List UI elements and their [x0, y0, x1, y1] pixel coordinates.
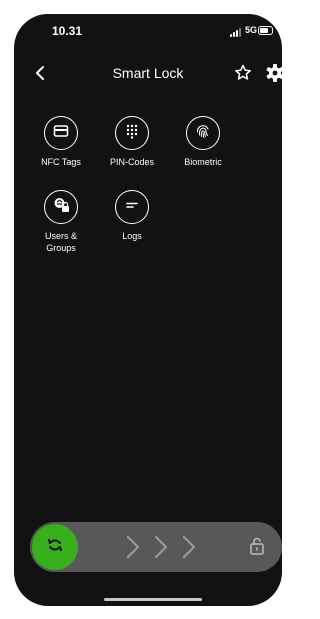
- tile-nfc-tags[interactable]: NFC Tags: [26, 116, 96, 168]
- tile-label: PIN-Codes: [109, 157, 154, 167]
- keypad-icon: [124, 123, 140, 144]
- status-bar: 10.31 5G: [14, 14, 282, 48]
- fingerprint-icon: [195, 123, 211, 144]
- battery-icon: [258, 26, 273, 35]
- tile-label: Logs: [122, 231, 142, 241]
- home-indicator: [104, 598, 202, 601]
- chevron-right-icon: [122, 533, 206, 561]
- slider-knob[interactable]: [32, 524, 78, 570]
- lock-icon: [248, 536, 266, 556]
- users-groups-icon: [52, 196, 70, 219]
- tile-pin-codes[interactable]: PIN-Codes: [97, 116, 167, 168]
- tile-label: Biometric: [184, 157, 222, 167]
- tile-label: NFC Tags: [41, 157, 81, 167]
- gear-icon[interactable]: [262, 60, 282, 86]
- header: Smart Lock: [14, 60, 282, 88]
- network-label: 5G: [245, 25, 258, 35]
- star-icon[interactable]: [231, 61, 255, 85]
- logs-icon: [124, 197, 140, 218]
- tile-users-groups[interactable]: Users & Groups: [26, 190, 96, 254]
- phone-screen: 10.31 5G Smart Lock NFC Tags PIN-Codes B…: [14, 14, 282, 606]
- tile-biometric[interactable]: Biometric: [168, 116, 238, 168]
- status-time: 10.31: [52, 24, 83, 38]
- unlock-slider[interactable]: [30, 522, 282, 572]
- tile-logs[interactable]: Logs: [97, 190, 167, 242]
- nfc-card-icon: [53, 123, 69, 144]
- unlock-arrows-icon: [45, 535, 65, 560]
- signal-icon: [230, 28, 242, 37]
- tile-label: Users & Groups: [44, 231, 77, 253]
